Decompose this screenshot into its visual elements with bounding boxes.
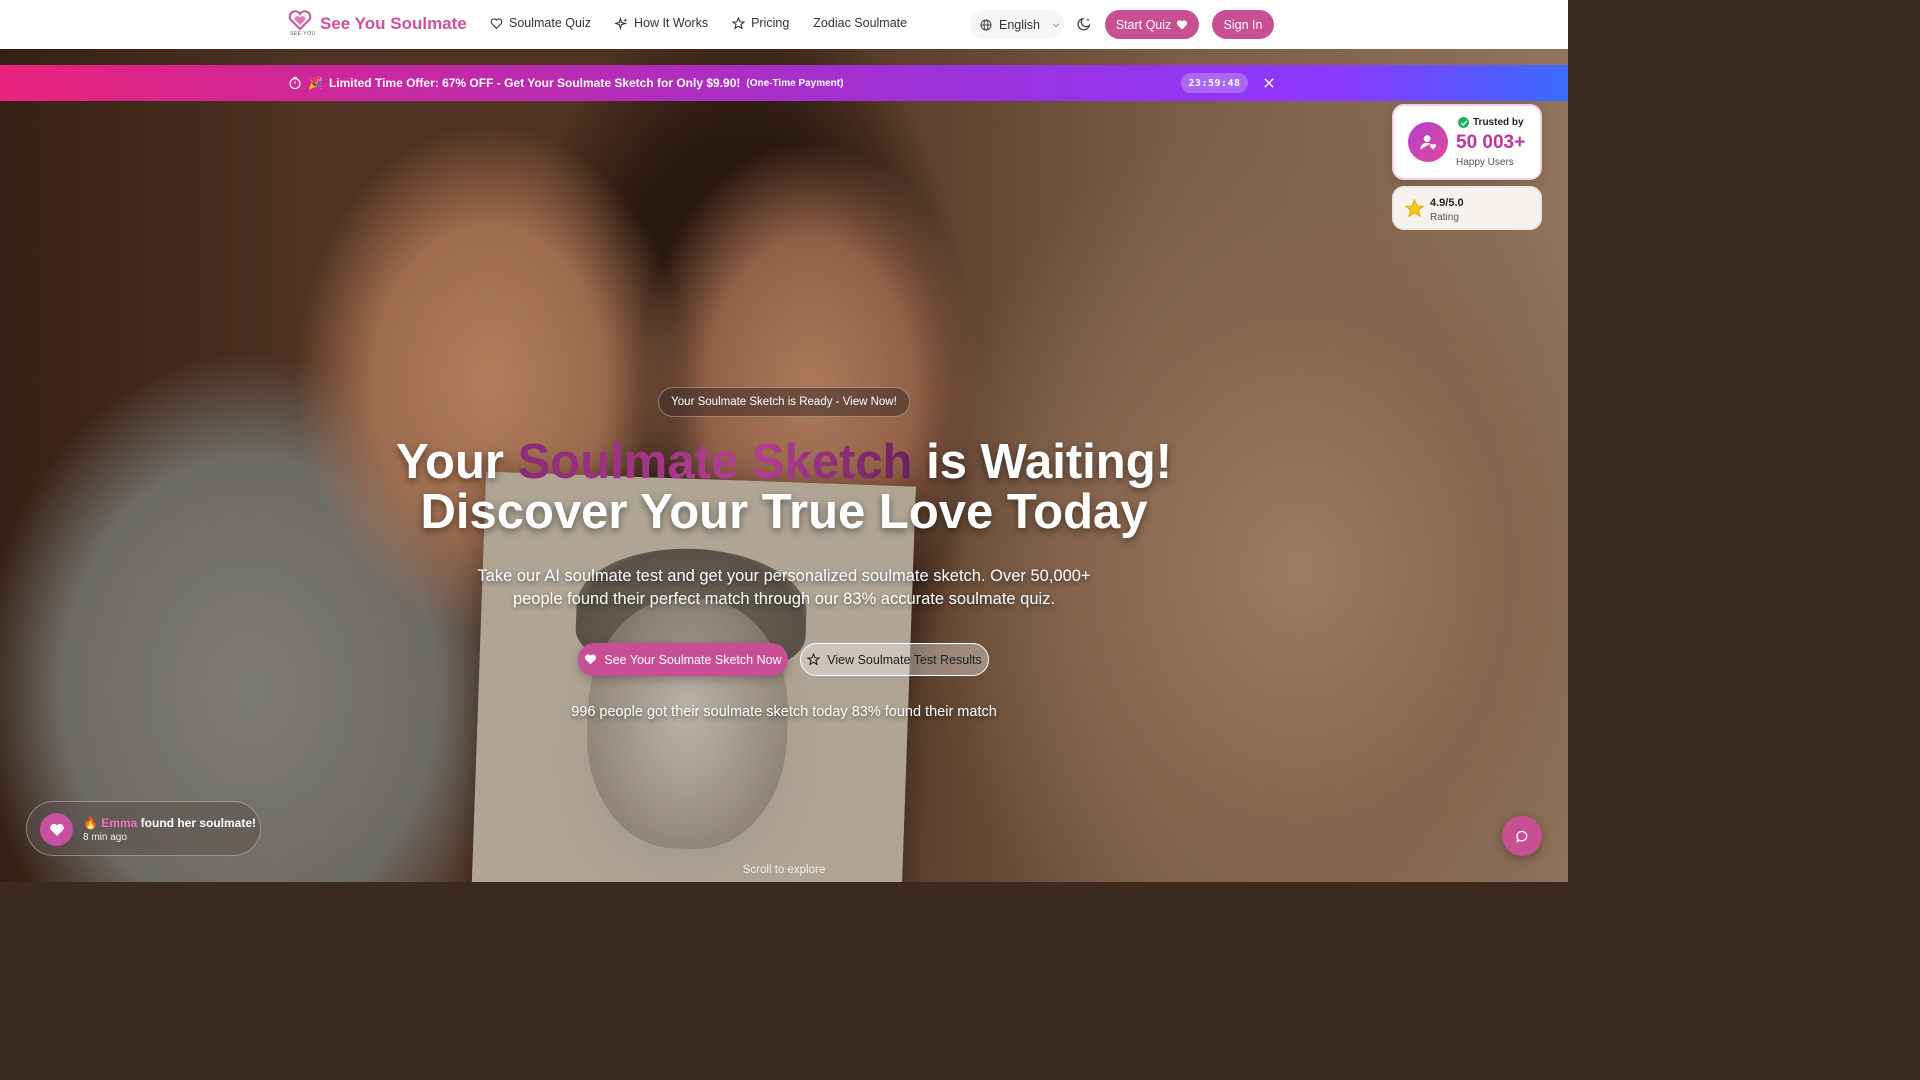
heart-icon	[585, 654, 597, 665]
start-quiz-button[interactable]: Start Quiz	[1105, 10, 1199, 39]
view-results-button[interactable]: View Soulmate Test Results	[800, 643, 989, 676]
nav-pricing[interactable]: Pricing	[732, 16, 789, 30]
start-quiz-label: Start Quiz	[1115, 17, 1172, 32]
hero-headline: Your Soulmate Sketch is Waiting! Discove…	[0, 437, 1568, 537]
trusted-users-card: Trusted by 50 003+ Happy Users	[1392, 104, 1542, 180]
trusted-count: 50 003+	[1456, 132, 1526, 153]
hero-subtext: Take our AI soulmate test and get your p…	[477, 567, 1091, 608]
nav-label: Pricing	[751, 16, 790, 30]
headline-prefix: Your	[396, 435, 518, 489]
language-selector[interactable]: English	[970, 10, 1064, 39]
fire-emoji: 🔥	[83, 816, 98, 830]
toast-time: 8 min ago	[83, 832, 127, 843]
nav-soulmate-quiz[interactable]: Soulmate Quiz	[490, 16, 591, 30]
nav-how-it-works[interactable]: How It Works	[614, 16, 709, 30]
trusted-label: Trusted by	[1473, 117, 1524, 128]
see-sketch-button[interactable]: See Your Soulmate Sketch Now	[578, 643, 788, 676]
sign-in-button[interactable]: Sign In	[1212, 10, 1274, 39]
timer-icon	[289, 76, 301, 90]
headline-line2: Discover Your True Love Today	[420, 485, 1148, 539]
countdown-timer: 23:59:48	[1181, 73, 1248, 93]
heart-icon	[40, 813, 73, 846]
dark-mode-toggle-icon[interactable]	[1076, 16, 1092, 32]
nav-label: Soulmate Quiz	[509, 16, 591, 30]
star-icon	[1404, 198, 1425, 218]
user-heart-icon	[1408, 122, 1448, 162]
chevron-down-icon	[1052, 22, 1060, 27]
social-proof-stats: 996 people got their soulmate sketch tod…	[571, 704, 997, 720]
star-icon	[807, 653, 821, 666]
headline-suffix: is Waiting!	[912, 435, 1172, 489]
main-nav: Soulmate Quiz How It Works Pricing Zodia…	[490, 16, 907, 30]
chat-bubble-icon	[1515, 830, 1527, 843]
rating-value: 4.9/5.0	[1430, 197, 1464, 209]
chat-button[interactable]	[1502, 816, 1542, 856]
star-icon	[732, 16, 746, 30]
headline-accent: Soulmate Sketch	[517, 435, 913, 489]
trusted-sub: Happy Users	[1456, 157, 1514, 168]
site-header: SEE YOU See You Soulmate Soulmate Quiz H…	[0, 0, 1568, 49]
logo-text: See You Soulmate	[320, 14, 467, 33]
toast-message: found her soulmate!	[137, 816, 256, 830]
promo-text: Limited Time Offer: 67% OFF - Get Your S…	[328, 76, 741, 90]
close-icon[interactable]	[1262, 76, 1276, 90]
language-label: English	[999, 17, 1040, 32]
sign-in-label: Sign In	[1223, 17, 1263, 32]
toast-title: 🔥 Emma found her soulmate!	[83, 816, 256, 830]
rating-label: Rating	[1430, 212, 1459, 223]
logo-heart-icon: SEE YOU	[288, 10, 316, 38]
toast-name: Emma	[101, 816, 138, 830]
nav-label: How It Works	[633, 16, 709, 30]
promo-note: (One-Time Payment)	[746, 77, 844, 89]
promo-emoji: 🎉	[308, 76, 323, 90]
sketch-ready-pill[interactable]: Your Soulmate Sketch is Ready - View Now…	[658, 387, 910, 417]
rating-card: 4.9/5.0 Rating	[1392, 186, 1542, 230]
nav-zodiac-soulmate[interactable]: Zodiac Soulmate	[813, 16, 907, 30]
scroll-hint: Scroll to explore	[742, 864, 826, 876]
view-results-label: View Soulmate Test Results	[827, 652, 982, 667]
sparkles-icon	[614, 16, 628, 30]
globe-icon	[980, 19, 992, 30]
check-icon	[1458, 117, 1469, 128]
heart-icon	[1177, 19, 1188, 29]
nav-label: Zodiac Soulmate	[813, 16, 908, 30]
logo[interactable]: SEE YOU See You Soulmate	[288, 10, 467, 38]
see-sketch-label: See Your Soulmate Sketch Now	[604, 652, 782, 667]
logo-subtext: SEE YOU	[290, 31, 316, 37]
promo-banner: 🎉 Limited Time Offer: 67% OFF - Get Your…	[0, 65, 1568, 101]
soulmate-found-toast: 🔥 Emma found her soulmate! 8 min ago	[26, 801, 261, 856]
heart-icon	[490, 17, 503, 29]
